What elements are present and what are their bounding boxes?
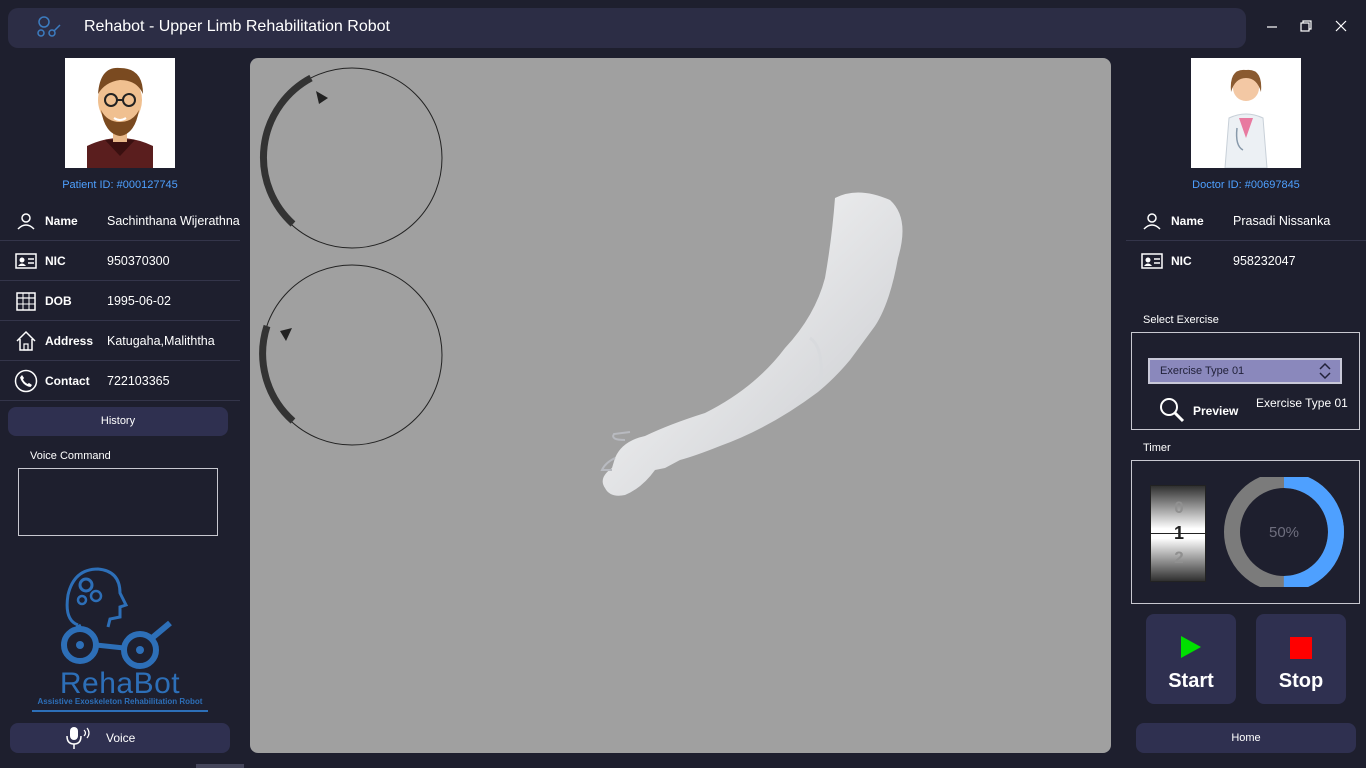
voice-button-label: Voice xyxy=(106,731,136,745)
patient-contact-key: Contact xyxy=(45,373,90,388)
dropdown-chevrons-icon xyxy=(1319,362,1331,380)
stop-label: Stop xyxy=(1278,670,1324,692)
exercise-selected-value: Exercise Type 01 xyxy=(1160,365,1245,377)
gauge-2-pointer-icon xyxy=(280,328,292,341)
doctor-row-nic: NIC 958232047 xyxy=(1126,241,1366,281)
start-button[interactable]: Start xyxy=(1146,614,1236,704)
patient-name-key: Name xyxy=(45,213,78,228)
doctor-nic-key: NIC xyxy=(1171,254,1192,268)
brand-name: RehaBot xyxy=(59,667,181,700)
timer-roller[interactable]: 0 1 2 xyxy=(1150,485,1207,582)
microphone-icon xyxy=(66,727,90,749)
arm-3d-viewport[interactable] xyxy=(250,58,1111,753)
home-icon xyxy=(12,327,40,355)
patient-dob-key: DOB xyxy=(45,293,72,308)
title-bar: Rehabot - Upper Limb Rehabilitation Robo… xyxy=(8,8,1246,48)
roller-digit-prev: 0 xyxy=(1174,498,1184,517)
play-icon xyxy=(1181,636,1201,658)
app-title: Rehabot - Upper Limb Rehabilitation Robo… xyxy=(84,18,390,35)
patient-nic-key: NIC xyxy=(45,253,66,268)
doctor-avatar xyxy=(1191,58,1301,169)
arm-model xyxy=(600,192,903,496)
id-card-icon xyxy=(1138,247,1166,275)
patient-nic-value: 950370300 xyxy=(107,253,170,268)
preview-value: Exercise Type 01 xyxy=(1256,396,1348,410)
select-exercise-label: Select Exercise xyxy=(1143,314,1219,326)
user-icon xyxy=(1138,207,1166,235)
patient-name-value: Sachinthana Wijerathna xyxy=(107,213,240,228)
doctor-nic-value: 958232047 xyxy=(1233,254,1296,268)
gauge-1-pointer-icon xyxy=(316,91,328,104)
scroll-indicator xyxy=(196,764,244,768)
calendar-icon xyxy=(12,287,40,315)
home-button[interactable]: Home xyxy=(1136,723,1356,753)
patient-address-key: Address xyxy=(45,333,94,348)
timer-label: Timer xyxy=(1143,442,1171,454)
user-icon xyxy=(12,207,40,235)
preview-label: Preview xyxy=(1193,404,1239,418)
patient-row-dob: DOB 1995-06-02 xyxy=(0,281,240,321)
history-button[interactable]: History xyxy=(8,407,228,436)
voice-button[interactable]: Voice xyxy=(10,723,230,753)
id-card-icon xyxy=(12,247,40,275)
patient-avatar-illustration xyxy=(65,58,175,168)
patient-avatar xyxy=(65,58,175,168)
exercise-type-dropdown[interactable]: Exercise Type 01 xyxy=(1148,358,1342,384)
doctor-name-key: Name xyxy=(1171,213,1204,228)
phone-icon xyxy=(12,367,40,395)
magnifier-icon xyxy=(1160,398,1185,423)
voice-command-label: Voice Command xyxy=(30,450,111,462)
doctor-info-list: Name Prasadi Nissanka NIC 958232047 xyxy=(1126,201,1366,281)
patient-row-nic: NIC 950370300 xyxy=(0,241,240,281)
patient-address-value: Katugaha,Maliththa xyxy=(107,333,215,348)
angle-gauge-1 xyxy=(260,67,443,249)
restore-icon xyxy=(1300,20,1312,32)
brand-tagline: Assistive Exoskeleton Rehabilitation Rob… xyxy=(37,697,203,706)
stop-icon xyxy=(1290,637,1312,659)
minimize-button[interactable] xyxy=(1262,16,1282,36)
patient-dob-value: 1995-06-02 xyxy=(107,293,171,308)
rehabot-brand-logo: RehaBot Assistive Exoskeleton Rehabilita… xyxy=(28,565,212,713)
patient-contact-value: 722103365 xyxy=(107,373,170,388)
roller-digit-next: 2 xyxy=(1174,548,1184,567)
angle-gauge-2 xyxy=(259,264,443,446)
doctor-avatar-illustration xyxy=(1191,58,1301,169)
restore-button[interactable] xyxy=(1296,16,1316,36)
timer-progress-ring: 50% xyxy=(1224,472,1344,592)
patient-row-contact: Contact 722103365 xyxy=(0,361,240,401)
close-button[interactable] xyxy=(1331,16,1351,36)
roller-divider xyxy=(1151,533,1207,534)
app-logo-icon xyxy=(37,16,61,37)
preview-button[interactable]: Preview xyxy=(1158,396,1248,424)
start-label: Start xyxy=(1168,670,1214,692)
stop-button[interactable]: Stop xyxy=(1256,614,1346,704)
patient-row-address: Address Katugaha,Maliththa xyxy=(0,321,240,361)
close-icon xyxy=(1335,20,1347,32)
doctor-row-name: Name Prasadi Nissanka xyxy=(1126,201,1366,241)
minimize-icon xyxy=(1267,26,1277,28)
doctor-id: Doctor ID: #00697845 xyxy=(1192,179,1300,191)
doctor-name-value: Prasadi Nissanka xyxy=(1233,213,1331,228)
patient-id: Patient ID: #000127745 xyxy=(62,179,178,191)
patient-row-name: Name Sachinthana Wijerathna xyxy=(0,201,240,241)
progress-text: 50% xyxy=(1268,524,1300,541)
voice-command-box xyxy=(18,468,218,536)
patient-info-list: Name Sachinthana Wijerathna NIC 95037030… xyxy=(0,201,240,401)
